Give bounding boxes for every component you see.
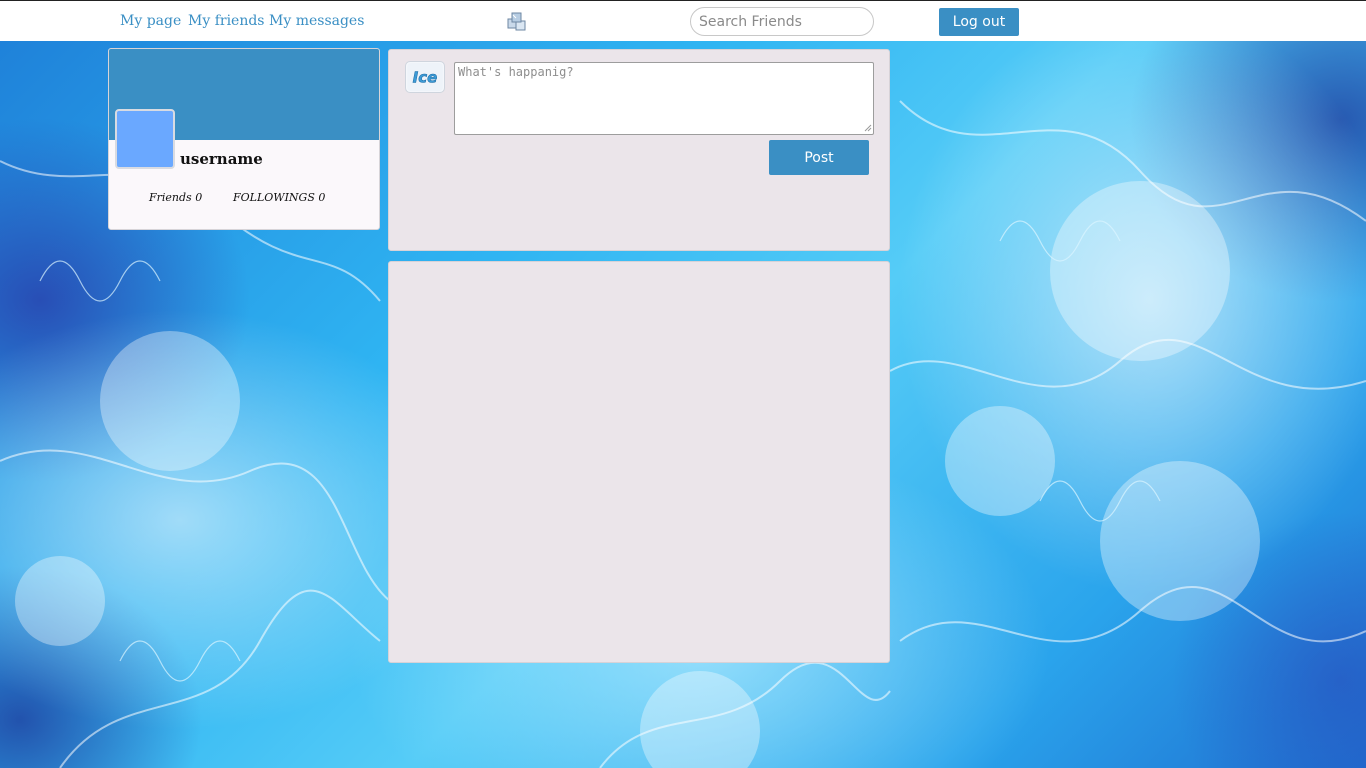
followings-label: FOLLOWINGS	[233, 191, 315, 204]
friends-label: Friends	[149, 191, 192, 204]
followings-count: 0	[318, 191, 326, 204]
resize-grip-icon[interactable]	[863, 123, 872, 132]
profile-card: username Friends 0 FOLLOWINGS 0	[108, 48, 380, 230]
search-friends-input[interactable]	[690, 7, 874, 36]
nav-link-my-messages[interactable]: My messages	[269, 13, 364, 29]
top-nav-bar: My page My friends My messages Log out	[0, 0, 1366, 41]
ice-cubes-icon[interactable]	[505, 10, 529, 34]
post-composer: Ice Post	[388, 49, 890, 251]
friends-stat[interactable]: Friends 0	[149, 191, 202, 204]
nav-link-my-friends[interactable]: My friends	[188, 13, 265, 29]
nav-link-my-page[interactable]: My page	[120, 13, 181, 29]
profile-username[interactable]: username	[180, 150, 263, 168]
friends-count: 0	[195, 191, 203, 204]
feed-panel	[388, 261, 890, 663]
followings-stat[interactable]: FOLLOWINGS 0	[233, 191, 325, 204]
post-textarea[interactable]	[454, 62, 874, 135]
post-button[interactable]: Post	[769, 140, 869, 175]
avatar[interactable]	[115, 109, 175, 169]
ice-logo-text: Ice	[413, 69, 438, 87]
ice-logo-icon: Ice	[405, 61, 445, 93]
logout-button[interactable]: Log out	[939, 8, 1019, 36]
